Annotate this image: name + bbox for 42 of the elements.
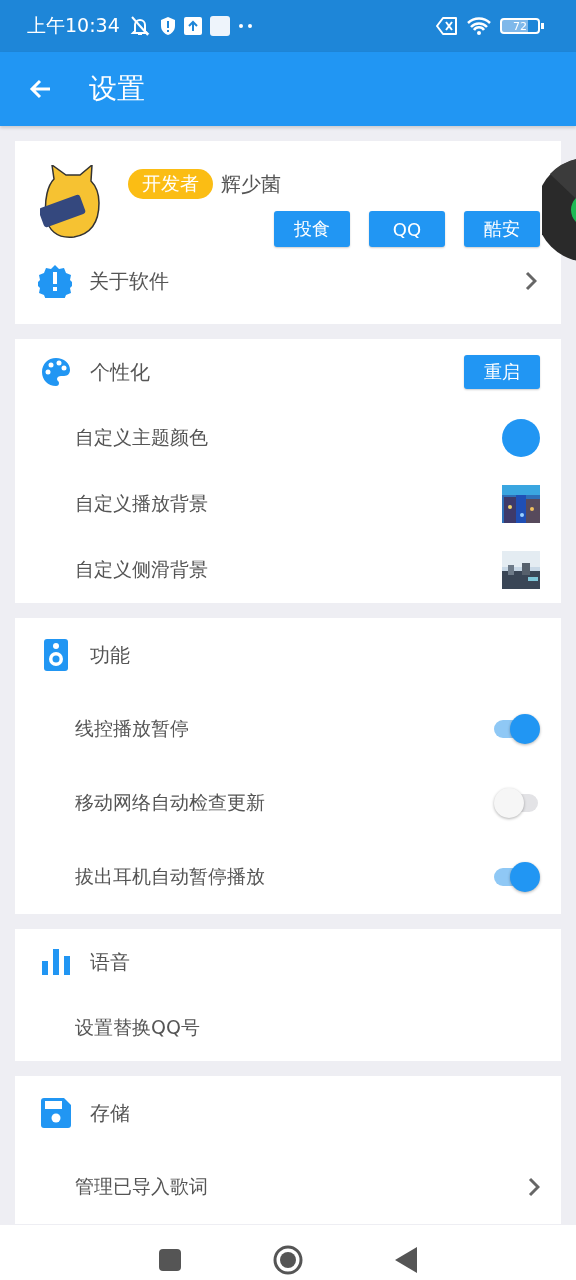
setting-label: 线控播放暂停 bbox=[75, 716, 190, 741]
setting-label: 自定义侧滑背景 bbox=[75, 557, 209, 582]
more-icon bbox=[237, 23, 254, 29]
feed-button[interactable]: 投食 bbox=[274, 211, 350, 247]
section-title: 个性化 bbox=[90, 358, 151, 386]
shield-icon bbox=[159, 16, 176, 36]
recents-button[interactable] bbox=[159, 1249, 181, 1271]
section-title: 功能 bbox=[90, 641, 131, 669]
setting-label: 移动网络自动检查更新 bbox=[75, 790, 266, 815]
page-title: 设置 bbox=[89, 71, 145, 107]
about-row[interactable]: 关于软件 bbox=[15, 246, 561, 316]
restart-button[interactable]: 重启 bbox=[464, 355, 540, 389]
setting-row[interactable]: 管理已导入歌词 bbox=[15, 1150, 561, 1224]
home-button[interactable] bbox=[273, 1245, 303, 1275]
toggle-switch[interactable] bbox=[494, 862, 540, 892]
alert-badge-icon bbox=[38, 264, 72, 298]
save-icon bbox=[41, 1098, 71, 1128]
status-time: 上午10:34 bbox=[27, 13, 120, 38]
developer-badge: 开发者 bbox=[128, 169, 213, 199]
sim-icon bbox=[436, 17, 458, 35]
chevron-right-icon bbox=[528, 1177, 540, 1197]
coolapk-button[interactable]: 酷安 bbox=[464, 211, 540, 247]
palette-icon bbox=[41, 357, 71, 387]
color-swatch[interactable] bbox=[502, 419, 540, 457]
back-nav-button[interactable] bbox=[395, 1247, 417, 1273]
setting-label: 拔出耳机自动暂停播放 bbox=[75, 864, 266, 889]
chevron-right-icon bbox=[525, 271, 537, 291]
section-title: 语音 bbox=[90, 948, 131, 976]
vinyl-record-icon[interactable] bbox=[542, 158, 576, 262]
user-name: 辉少菌 bbox=[221, 170, 281, 198]
speaker-icon bbox=[44, 639, 68, 671]
section-title: 存储 bbox=[90, 1099, 131, 1127]
upload-icon bbox=[183, 17, 202, 35]
qq-button[interactable]: QQ bbox=[369, 211, 445, 247]
toggle-switch[interactable] bbox=[494, 714, 540, 744]
setting-label: 自定义播放背景 bbox=[75, 491, 209, 516]
bar-chart-icon bbox=[42, 949, 70, 975]
app-icon bbox=[209, 16, 230, 36]
setting-row[interactable]: 设置替换QQ号 bbox=[15, 995, 561, 1061]
wifi-icon bbox=[466, 16, 492, 36]
setting-label: 自定义主题颜色 bbox=[75, 425, 209, 450]
toggle-switch[interactable] bbox=[494, 788, 540, 818]
